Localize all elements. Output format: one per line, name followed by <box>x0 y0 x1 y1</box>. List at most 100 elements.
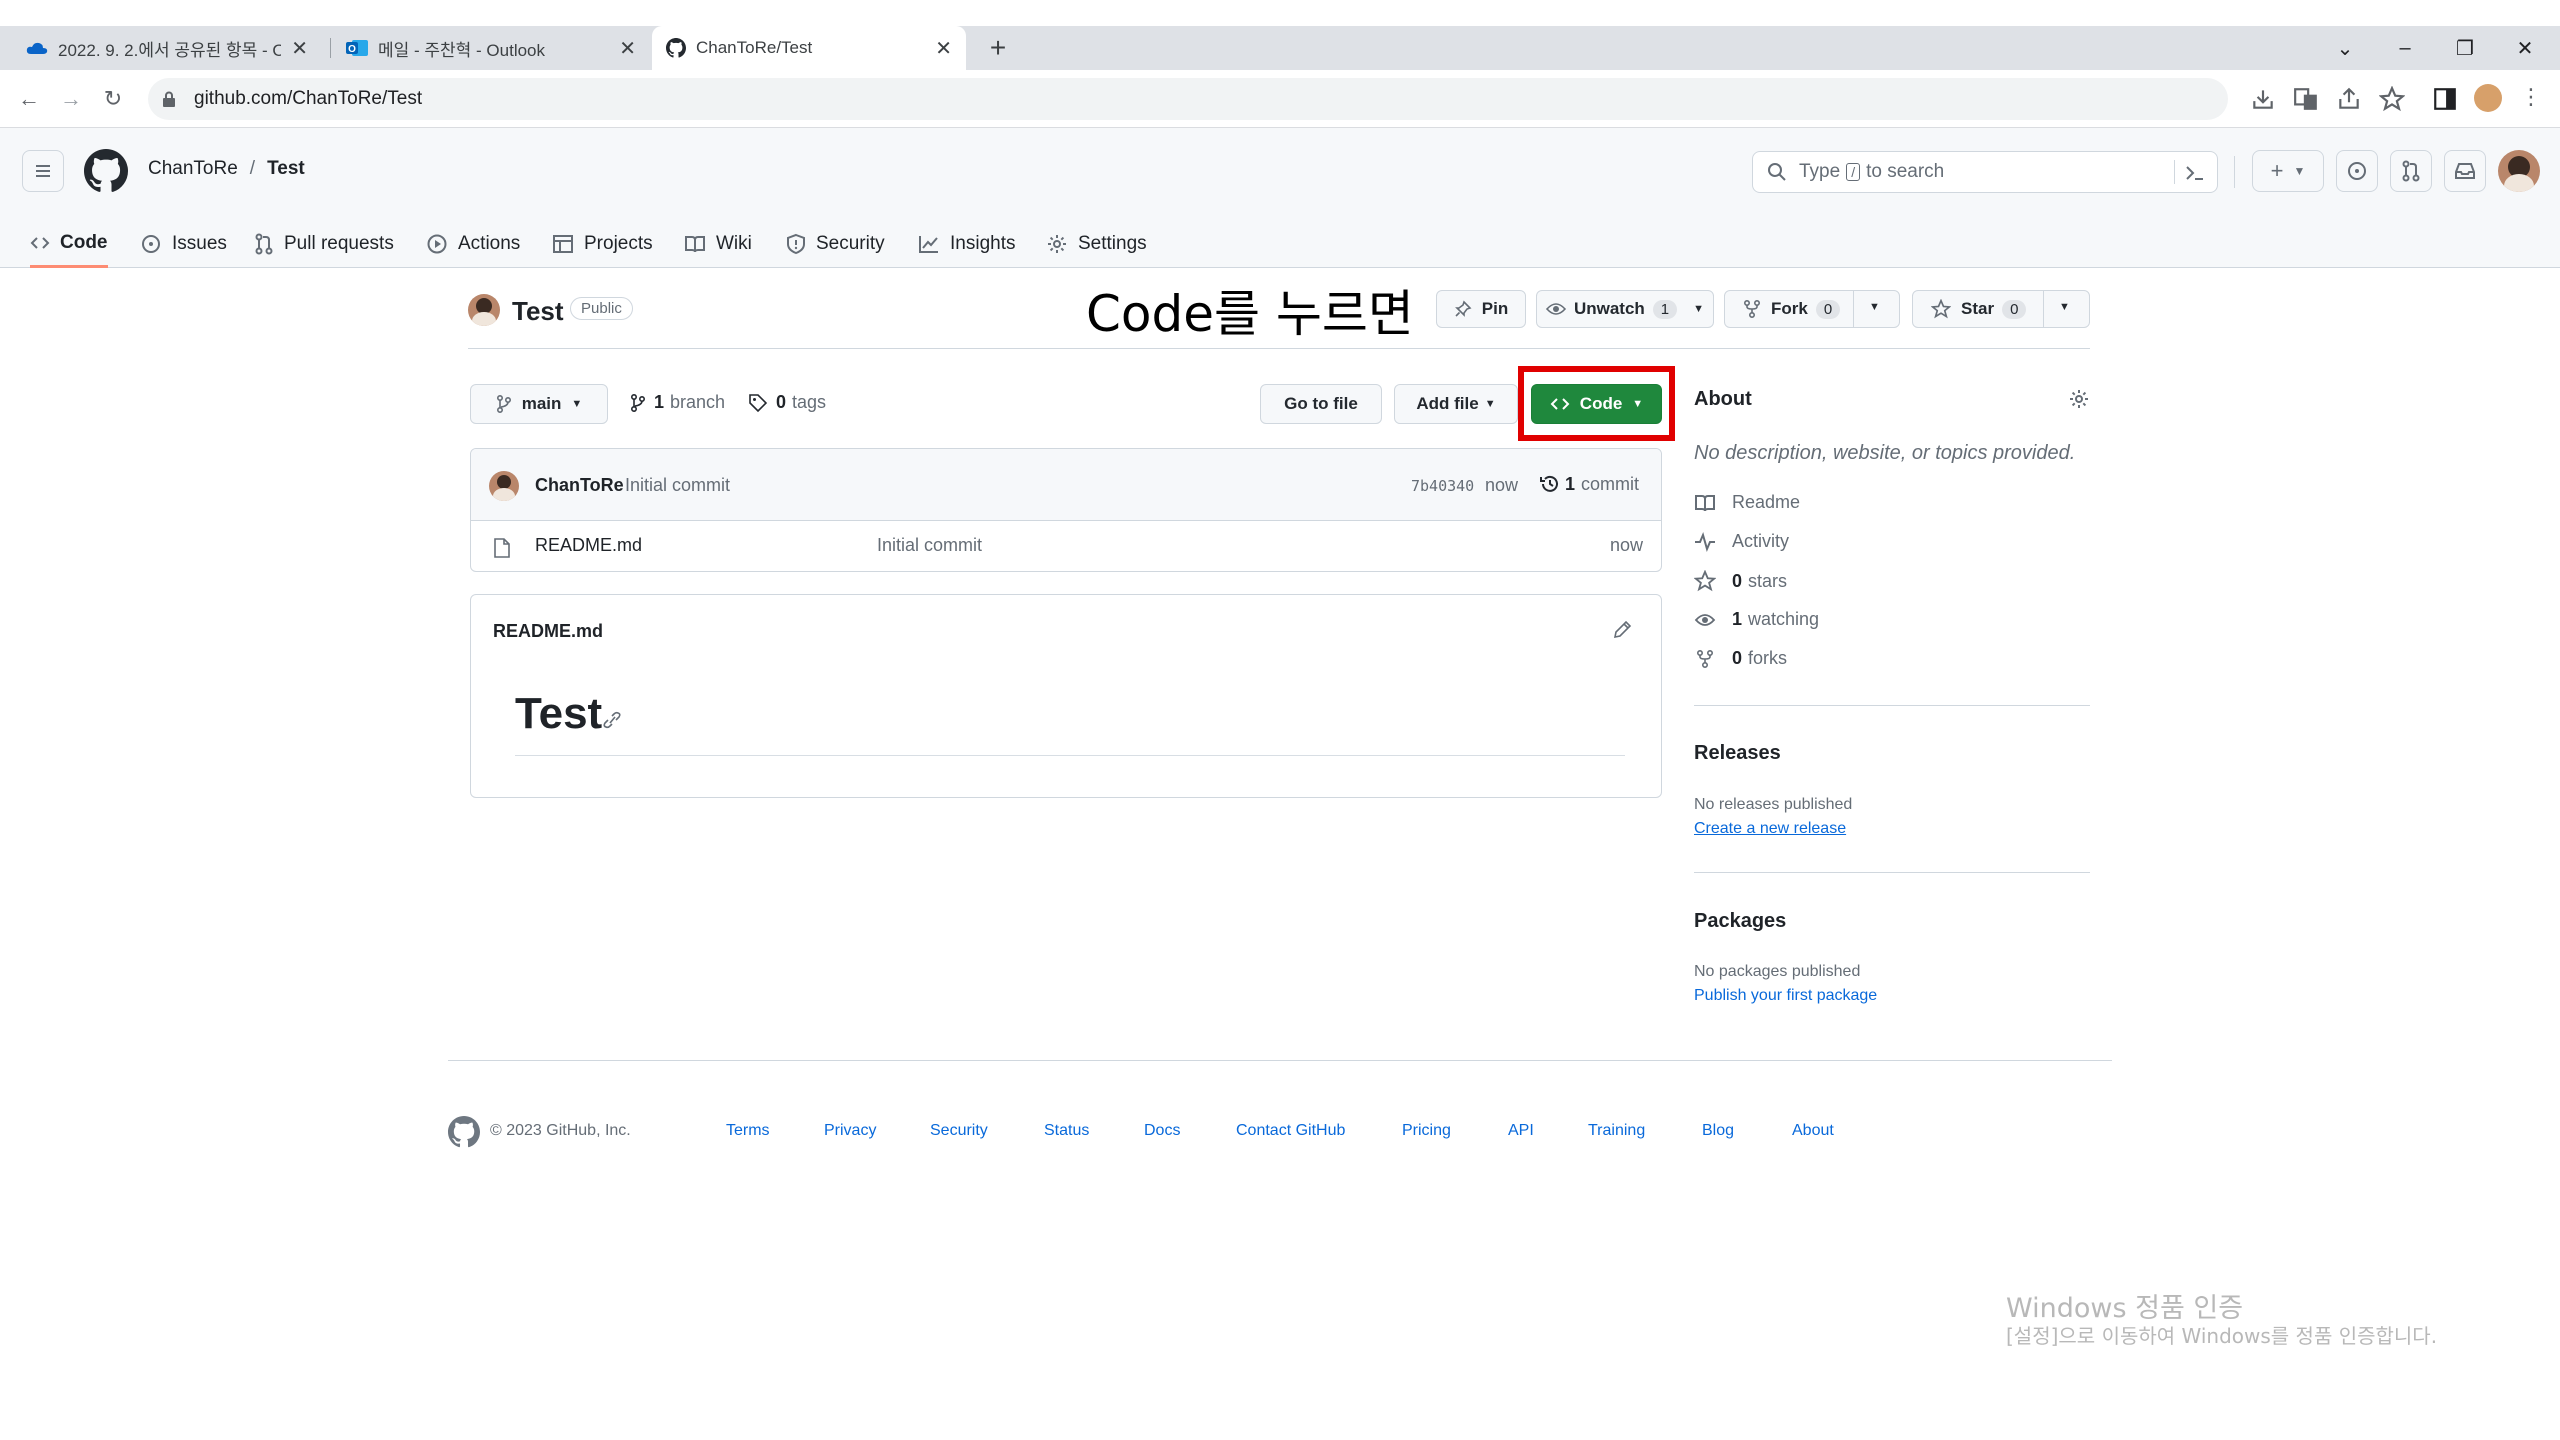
minimize-button[interactable]: – <box>2375 26 2435 70</box>
share-icon[interactable] <box>2336 86 2362 112</box>
footer-link-terms[interactable]: Terms <box>726 1122 770 1140</box>
tab-label: Security <box>816 233 885 254</box>
footer-link-docs[interactable]: Docs <box>1144 1122 1180 1140</box>
tab-actions[interactable]: Actions <box>426 220 520 268</box>
commit-sha[interactable]: 7b40340 <box>1411 477 1474 495</box>
browser-menu-icon[interactable]: ⋮ <box>2520 84 2542 112</box>
tab-insights[interactable]: Insights <box>918 220 1015 268</box>
commit-author[interactable]: ChanToRe <box>535 475 624 496</box>
close-window-button[interactable]: ✕ <box>2495 26 2555 70</box>
readme-filename[interactable]: README.md <box>493 621 603 642</box>
tab-wiki[interactable]: Wiki <box>684 220 752 268</box>
browser-tab-onedrive[interactable]: 2022. 9. 2.에서 공유된 항목 - O ✕ <box>12 26 322 70</box>
footer-link-api[interactable]: API <box>1508 1122 1534 1140</box>
watchers-link[interactable]: 1 watching <box>1694 609 1819 630</box>
tag-icon <box>749 393 768 412</box>
commit-history-link[interactable]: 1 commit <box>1539 473 1639 495</box>
publish-package-link[interactable]: Publish your first package <box>1694 987 1877 1005</box>
outlook-icon: O <box>346 40 368 56</box>
create-new-button[interactable]: + ▼ <box>2252 150 2324 192</box>
command-palette-icon[interactable] <box>2185 164 2205 182</box>
owner-link[interactable]: ChanToRe <box>148 158 238 180</box>
install-app-icon[interactable] <box>2250 86 2276 112</box>
search-input[interactable]: Type / to search <box>1752 151 2218 193</box>
tab-security[interactable]: Security <box>786 220 885 268</box>
go-to-file-button[interactable]: Go to file <box>1260 384 1382 424</box>
forks-link[interactable]: 0 forks <box>1694 648 1787 669</box>
translate-icon[interactable] <box>2293 86 2319 112</box>
tab-close-icon[interactable]: ✕ <box>291 36 308 61</box>
user-avatar[interactable] <box>2498 150 2540 192</box>
file-commit-message[interactable]: Initial commit <box>877 535 982 556</box>
code-button[interactable]: Code ▼ <box>1531 384 1662 424</box>
footer-link-status[interactable]: Status <box>1044 1122 1089 1140</box>
inbox-button[interactable] <box>2444 150 2486 192</box>
pulse-icon <box>1695 531 1715 552</box>
add-file-button[interactable]: Add file ▼ <box>1394 384 1518 424</box>
branch-select-button[interactable]: main ▼ <box>470 384 608 424</box>
footer-link-contact[interactable]: Contact GitHub <box>1236 1122 1345 1140</box>
anchor-link-icon[interactable] <box>601 711 623 729</box>
pull-requests-button[interactable] <box>2390 150 2432 192</box>
packages-title[interactable]: Packages <box>1694 910 1786 933</box>
repo-title[interactable]: Test <box>512 296 564 327</box>
footer-link-security[interactable]: Security <box>930 1122 988 1140</box>
tags-link[interactable]: 0 tags <box>748 392 826 413</box>
star-button[interactable]: Star 0 ▼ <box>1912 290 2090 328</box>
tab-label: Issues <box>172 233 227 254</box>
caret-down-icon: ▼ <box>1632 398 1644 410</box>
bookmark-star-icon[interactable] <box>2379 86 2405 112</box>
tab-settings[interactable]: Settings <box>1046 220 1147 268</box>
readme-link[interactable]: Readme <box>1694 492 1800 513</box>
hamburger-menu-button[interactable] <box>22 150 64 192</box>
reload-button[interactable]: ↻ <box>96 82 130 116</box>
releases-title[interactable]: Releases <box>1694 742 1781 765</box>
back-button[interactable]: ← <box>12 82 46 116</box>
pencil-icon[interactable] <box>1611 619 1633 641</box>
file-name[interactable]: README.md <box>535 535 642 556</box>
pin-button[interactable]: Pin <box>1436 290 1526 328</box>
commit-time: now <box>1485 475 1519 495</box>
create-release-link[interactable]: Create a new release <box>1694 820 1846 838</box>
footer-link-training[interactable]: Training <box>1588 1122 1645 1140</box>
tab-close-icon[interactable]: ✕ <box>935 36 952 61</box>
browser-tab-outlook[interactable]: O 메일 - 주찬혁 - Outlook ✕ <box>332 26 650 70</box>
branches-link[interactable]: 1 branch <box>630 392 725 413</box>
gear-icon[interactable] <box>2068 388 2090 410</box>
tab-projects[interactable]: Projects <box>552 220 653 268</box>
forward-button[interactable]: → <box>54 82 88 116</box>
tab-label: Projects <box>584 233 653 254</box>
table-row[interactable]: README.md Initial commit now <box>471 521 1661 571</box>
onedrive-icon <box>26 42 48 54</box>
releases-empty-text: No releases published <box>1694 796 1853 813</box>
tab-pull-requests[interactable]: Pull requests <box>254 220 394 268</box>
stars-link[interactable]: 0 stars <box>1694 570 1787 592</box>
readme-link-label: Readme <box>1732 492 1801 512</box>
fork-button[interactable]: Fork 0 ▼ <box>1724 290 1900 328</box>
tab-search-icon[interactable]: ⌄ <box>2315 26 2375 70</box>
unwatch-button[interactable]: Unwatch 1 ▼ <box>1536 290 1714 328</box>
github-logo-icon[interactable] <box>448 1116 480 1148</box>
branch-name: main <box>521 394 562 413</box>
profile-avatar[interactable] <box>2474 84 2502 112</box>
github-logo-icon[interactable] <box>84 149 128 193</box>
issues-button[interactable] <box>2336 150 2378 192</box>
side-panel-icon[interactable] <box>2432 86 2458 112</box>
tab-close-icon[interactable]: ✕ <box>619 36 636 61</box>
footer-link-about[interactable]: About <box>1792 1122 1834 1140</box>
footer-link-privacy[interactable]: Privacy <box>824 1122 876 1140</box>
github-header: ChanToRe / Test Type / to search + ▼ Code… <box>0 128 2560 268</box>
commit-message[interactable]: Initial commit <box>625 475 730 496</box>
footer-link-pricing[interactable]: Pricing <box>1402 1122 1451 1140</box>
tab-issues[interactable]: Issues <box>140 220 227 268</box>
new-tab-button[interactable]: + <box>982 32 1014 64</box>
tab-code[interactable]: Code <box>30 220 108 268</box>
activity-link[interactable]: Activity <box>1694 531 1789 552</box>
footer-link-blog[interactable]: Blog <box>1702 1122 1734 1140</box>
search-icon <box>1768 163 1786 181</box>
repo-link[interactable]: Test <box>267 158 305 180</box>
address-bar[interactable]: github.com/ChanToRe/Test <box>148 78 2228 120</box>
browser-tab-github[interactable]: ChanToRe/Test ✕ <box>652 26 966 70</box>
restore-button[interactable]: ❐ <box>2435 26 2495 70</box>
caret-down-icon: ▼ <box>571 398 583 410</box>
